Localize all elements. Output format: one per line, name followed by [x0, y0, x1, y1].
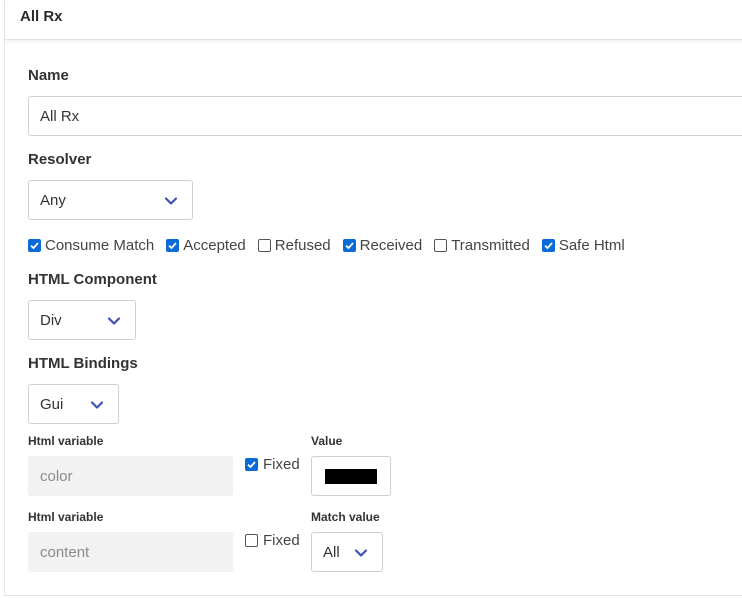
value-label: Value	[311, 434, 343, 448]
chevron-down-icon	[164, 197, 178, 205]
option-label: Transmitted	[451, 236, 530, 254]
match-value-label: Match value	[311, 510, 380, 524]
checkbox-checked-icon[interactable]	[342, 238, 356, 252]
option-consume-match[interactable]: Consume Match	[28, 237, 154, 254]
resolver-value: Any	[40, 192, 66, 209]
fixed-checkbox[interactable]: Fixed	[245, 456, 300, 473]
html-variable-label: Html variable	[28, 434, 104, 448]
html-variable-input[interactable]: color	[28, 456, 233, 496]
panel-header: All Rx	[5, 0, 742, 40]
html-bindings-select[interactable]: Gui	[28, 384, 119, 424]
html-variable-placeholder: content	[40, 544, 90, 561]
checkbox-unchecked-icon[interactable]	[245, 534, 258, 547]
html-component-value: Div	[40, 312, 62, 329]
option-label: Refused	[274, 236, 331, 254]
rx-panel: All Rx	[4, 0, 742, 596]
checkbox-checked-icon[interactable]	[541, 238, 555, 252]
color-picker[interactable]	[311, 456, 391, 496]
html-component-select[interactable]: Div	[28, 300, 136, 340]
html-variable-input[interactable]: content	[28, 532, 233, 572]
chevron-down-icon	[354, 549, 368, 557]
name-label: Name	[28, 67, 69, 84]
html-component-label: HTML Component	[28, 271, 157, 288]
option-label: Received	[359, 236, 423, 254]
match-value-value: All	[323, 544, 340, 561]
match-value-select[interactable]: All	[311, 532, 383, 572]
resolver-select[interactable]: Any	[28, 180, 193, 220]
option-label: Consume Match	[45, 236, 155, 254]
chevron-down-icon	[107, 317, 121, 325]
chevron-down-icon	[90, 401, 104, 409]
name-input[interactable]	[28, 96, 742, 136]
option-checkboxes: Consume Match Accepted Refused Received …	[28, 235, 637, 255]
option-transmitted[interactable]: Transmitted	[434, 237, 530, 254]
html-bindings-value: Gui	[40, 396, 64, 413]
checkbox-checked-icon[interactable]	[166, 238, 180, 252]
option-refused[interactable]: Refused	[257, 236, 331, 254]
option-received[interactable]: Received	[342, 236, 423, 254]
fixed-checkbox[interactable]: Fixed	[245, 532, 300, 549]
panel-title: All Rx	[20, 8, 63, 25]
checkbox-unchecked-icon[interactable]	[257, 238, 271, 252]
option-label: Safe Html	[558, 236, 625, 254]
option-safe-html[interactable]: Safe Html	[541, 236, 625, 254]
fixed-label: Fixed	[263, 532, 300, 549]
color-swatch	[325, 469, 377, 484]
option-accepted[interactable]: Accepted	[166, 237, 246, 254]
html-bindings-label: HTML Bindings	[28, 355, 138, 372]
resolver-label: Resolver	[28, 151, 92, 168]
checkbox-unchecked-icon[interactable]	[434, 238, 448, 252]
fixed-label: Fixed	[263, 456, 300, 473]
checkbox-checked-icon[interactable]	[245, 458, 258, 471]
option-label: Accepted	[183, 236, 246, 254]
checkbox-checked-icon[interactable]	[28, 238, 41, 252]
html-variable-placeholder: color	[40, 468, 73, 485]
html-variable-label: Html variable	[28, 510, 104, 524]
